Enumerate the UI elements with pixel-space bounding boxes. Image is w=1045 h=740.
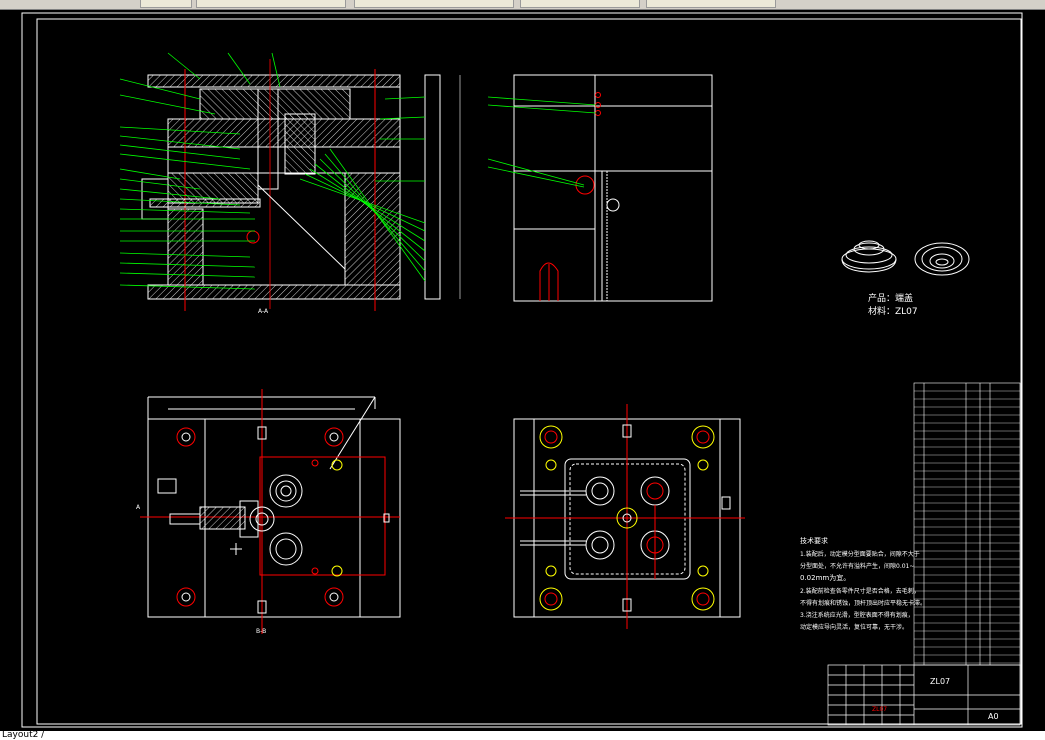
parts-list-table — [913, 382, 1021, 666]
tech-note-1: 1.装配后，动定模分型面要贴合，间隙不大于 — [800, 550, 920, 558]
tech-note-4: 2.装配前检查各零件尺寸是否合格，去毛刺， — [800, 587, 920, 595]
toolbar-tab-3[interactable] — [354, 0, 514, 8]
status-bar: Layout2 / — [0, 730, 1045, 740]
layout-tab-label[interactable]: Layout2 / — [2, 730, 44, 740]
title-block-red-mark: ZL07 — [872, 706, 887, 713]
section-bb-label: B-B — [256, 628, 266, 635]
drawing-canvas[interactable]: A-A 产品：端盖 材料：ZL07 B-B A 技术要求 1.装配后，动定模分型… — [0, 9, 1045, 731]
product-label: 产品：端盖 — [868, 292, 913, 304]
title-block-size: A0 — [988, 712, 999, 721]
title-block-name: ZL07 — [930, 677, 950, 686]
tech-note-2: 分型面处，不允许有溢料产生，间隙0.01~ — [800, 562, 914, 570]
side-view-leaders — [487, 96, 597, 188]
moving-half-view — [505, 404, 745, 629]
tech-note-7: 动定模应导向灵活，复位可靠，无干涉。 — [800, 623, 908, 631]
tech-note-3: 0.02mm为宜。 — [800, 573, 850, 582]
tech-title: 技术要求 — [800, 536, 828, 545]
section-bb-view — [140, 389, 401, 634]
material-label: 材料：ZL07 — [868, 305, 918, 317]
toolbar-tab-1[interactable] — [140, 0, 192, 8]
parts-list-rows — [914, 390, 1020, 664]
toolbar-tab-4[interactable] — [520, 0, 640, 8]
product-sketch-2 — [914, 242, 970, 276]
section-aa-label: A-A — [258, 308, 269, 315]
tech-note-5: 不得有划痕和锈蚀，顶杆顶出时应平稳无卡滞。 — [800, 599, 926, 607]
section-mark-a: A — [136, 504, 141, 511]
toolbar-tab-5[interactable] — [646, 0, 776, 8]
technical-requirements: 技术要求 1.装配后，动定模分型面要贴合，间隙不大于 分型面处，不允许有溢料产生… — [800, 536, 926, 631]
product-sketch-1 — [841, 240, 897, 273]
toolbar-tab-2[interactable] — [196, 0, 346, 8]
tech-note-6: 3.浇注系统应光滑，型腔表面不得有划痕， — [800, 611, 914, 619]
